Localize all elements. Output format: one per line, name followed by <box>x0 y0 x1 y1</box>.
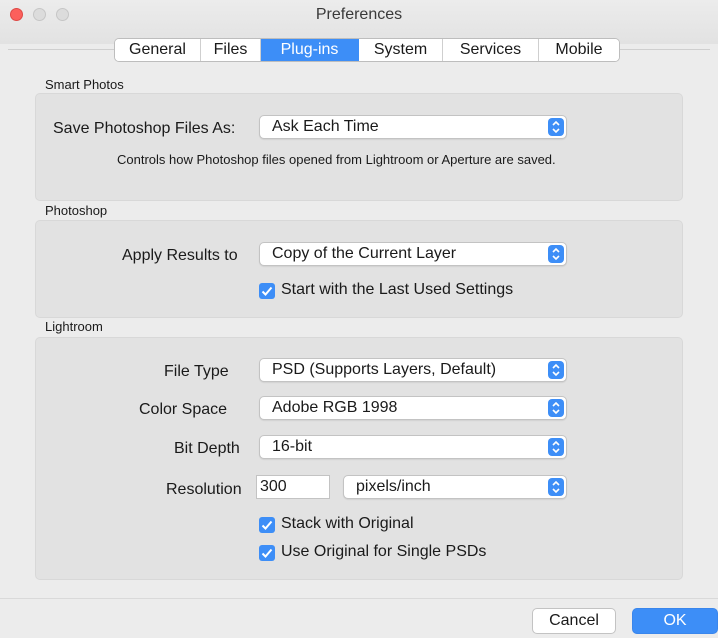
preferences-window: Preferences General Files Plug-ins Syste… <box>0 0 718 638</box>
tab-files[interactable]: Files <box>201 39 261 61</box>
file-type-value: PSD (Supports Layers, Default) <box>272 361 497 378</box>
cancel-button[interactable]: Cancel <box>532 608 616 634</box>
smart-photos-heading: Smart Photos <box>45 77 124 92</box>
lightroom-heading: Lightroom <box>45 319 103 334</box>
save-photoshop-files-label: Save Photoshop Files As: <box>53 120 236 137</box>
footer-divider <box>0 598 718 599</box>
apply-results-label: Apply Results to <box>122 247 238 264</box>
bit-depth-value: 16-bit <box>272 438 313 455</box>
apply-results-select[interactable]: Copy of the Current Layer <box>259 242 567 266</box>
checkmark-icon <box>259 283 275 299</box>
resolution-unit-select[interactable]: pixels/inch <box>343 475 567 499</box>
resolution-unit-value: pixels/inch <box>356 478 431 495</box>
chevron-updown-icon <box>548 245 564 263</box>
chevron-updown-icon <box>548 118 564 136</box>
checkmark-icon <box>259 545 275 561</box>
apply-results-value: Copy of the Current Layer <box>272 245 457 262</box>
chevron-updown-icon <box>548 399 564 417</box>
use-original-single-psds-label: Use Original for Single PSDs <box>281 543 487 560</box>
smart-photos-group: Save Photoshop Files As: Ask Each Time C… <box>35 93 683 201</box>
color-space-value: Adobe RGB 1998 <box>272 399 398 416</box>
color-space-select[interactable]: Adobe RGB 1998 <box>259 396 567 420</box>
ok-button[interactable]: OK <box>632 608 718 634</box>
stack-with-original-label: Stack with Original <box>281 515 414 532</box>
resolution-label: Resolution <box>166 481 242 498</box>
smart-photos-hint: Controls how Photoshop files opened from… <box>117 152 556 167</box>
tab-general[interactable]: General <box>115 39 201 61</box>
tab-mobile[interactable]: Mobile <box>539 39 619 61</box>
window-title: Preferences <box>315 6 403 23</box>
last-used-settings-label: Start with the Last Used Settings <box>281 281 514 298</box>
file-type-label: File Type <box>164 363 229 380</box>
chevron-updown-icon <box>548 478 564 496</box>
tab-plug-ins[interactable]: Plug-ins <box>261 39 359 61</box>
lightroom-group: File Type PSD (Supports Layers, Default)… <box>35 337 683 580</box>
tab-services[interactable]: Services <box>443 39 539 61</box>
file-type-select[interactable]: PSD (Supports Layers, Default) <box>259 358 567 382</box>
tab-bar: General Files Plug-ins System Services M… <box>114 38 620 62</box>
tab-system[interactable]: System <box>359 39 443 61</box>
chevron-updown-icon <box>548 361 564 379</box>
chevron-updown-icon <box>548 438 564 456</box>
resolution-input[interactable]: 300 <box>256 475 330 499</box>
photoshop-group: Apply Results to Copy of the Current Lay… <box>35 220 683 318</box>
checkmark-icon <box>259 517 275 533</box>
bit-depth-select[interactable]: 16-bit <box>259 435 567 459</box>
save-photoshop-files-value: Ask Each Time <box>272 118 379 135</box>
bit-depth-label: Bit Depth <box>174 440 240 457</box>
color-space-label: Color Space <box>139 401 228 418</box>
save-photoshop-files-select[interactable]: Ask Each Time <box>259 115 567 139</box>
photoshop-heading: Photoshop <box>45 203 108 218</box>
